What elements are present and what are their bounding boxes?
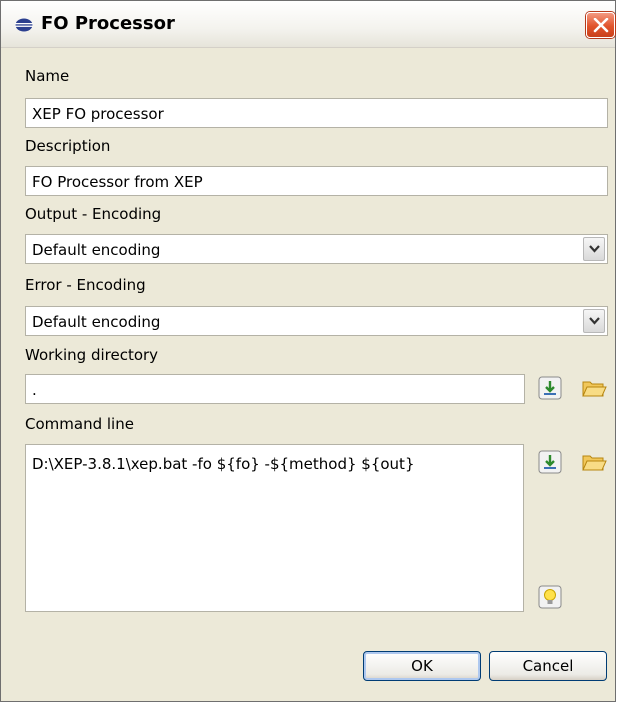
folder-icon	[582, 455, 607, 471]
cancel-button[interactable]: Cancel	[489, 651, 607, 681]
insert-variable-button-2[interactable]	[538, 450, 562, 474]
folder-icon	[582, 381, 607, 397]
name-label: Name	[25, 67, 70, 85]
description-label: Description	[25, 137, 111, 155]
window-title: FO Processor	[41, 13, 175, 34]
working-directory-label: Working directory	[25, 346, 159, 364]
output-encoding-select[interactable]: Default encoding	[25, 234, 608, 264]
close-button[interactable]	[586, 12, 615, 38]
title-bar[interactable]: FO Processor	[1, 1, 615, 48]
output-encoding-dropdown-button[interactable]	[583, 237, 605, 261]
working-directory-field[interactable]: .	[25, 374, 525, 404]
app-icon	[15, 18, 33, 32]
insert-variable-icon	[538, 376, 562, 400]
chevron-down-icon	[589, 317, 600, 325]
insert-variable-button[interactable]	[538, 376, 562, 400]
browse-folder-button-2[interactable]	[581, 450, 607, 474]
chevron-down-icon	[589, 245, 600, 253]
fo-processor-dialog: FO Processor Name XEP FO processor Descr…	[0, 0, 616, 702]
ok-button[interactable]: OK	[363, 651, 481, 681]
insert-variable-icon	[538, 450, 562, 474]
hint-button[interactable]	[538, 585, 562, 609]
error-encoding-label: Error - Encoding	[25, 276, 146, 294]
lightbulb-icon	[538, 585, 562, 609]
description-field[interactable]: FO Processor from XEP	[25, 166, 608, 196]
name-field[interactable]: XEP FO processor	[25, 98, 608, 128]
close-icon	[593, 18, 609, 33]
error-encoding-value: Default encoding	[32, 313, 161, 331]
browse-folder-button[interactable]	[581, 376, 607, 400]
output-encoding-label: Output - Encoding	[25, 205, 162, 223]
command-line-label: Command line	[25, 415, 134, 433]
output-encoding-value: Default encoding	[32, 241, 161, 259]
error-encoding-dropdown-button[interactable]	[583, 309, 605, 333]
error-encoding-select[interactable]: Default encoding	[25, 306, 608, 336]
command-line-field[interactable]: D:\XEP-3.8.1\xep.bat -fo ${fo} -${method…	[25, 444, 524, 612]
